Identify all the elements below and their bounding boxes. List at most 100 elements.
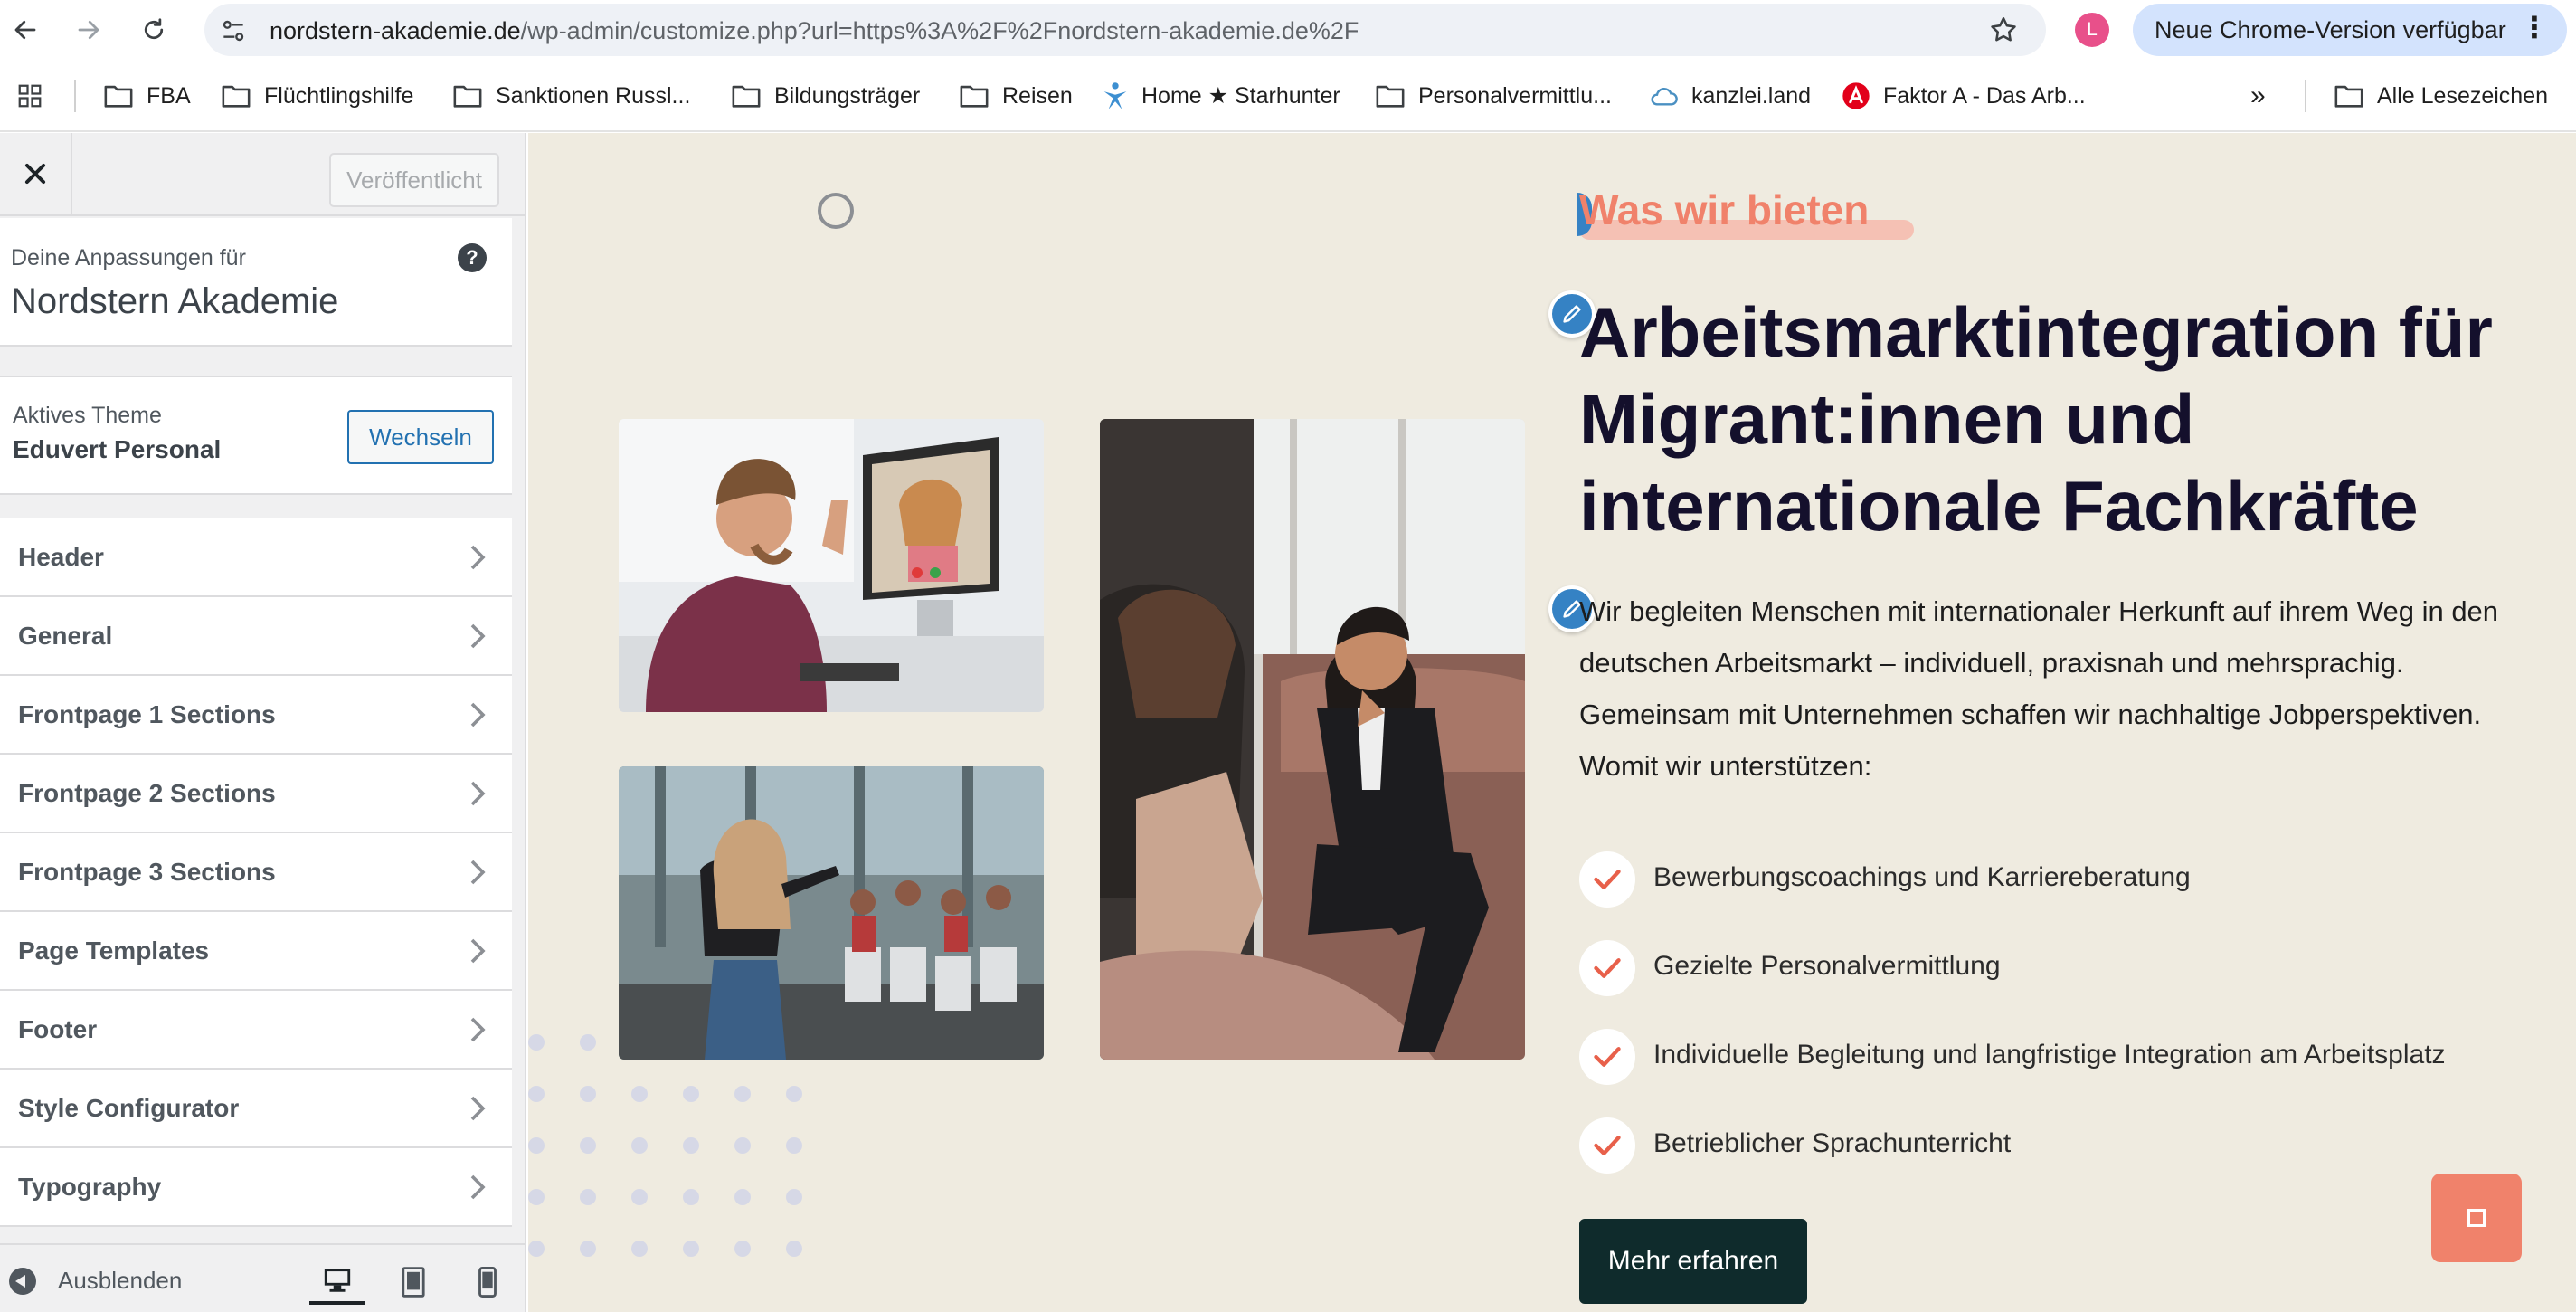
section-eyebrow: Was wir bieten: [1579, 186, 1870, 233]
check-icon: [1579, 851, 1635, 908]
preview-desktop-button[interactable]: [309, 1260, 365, 1305]
bookmark-star-icon[interactable]: [1988, 14, 2019, 45]
decorative-dot: [580, 1034, 596, 1051]
bookmark-link[interactable]: Faktor A - Das Arb...: [1842, 80, 2086, 112]
section-label: Footer: [18, 1014, 98, 1043]
desktop-icon: [324, 1269, 351, 1292]
bookmark-label: kanzlei.land: [1691, 82, 1812, 109]
collapse-sidebar-button[interactable]: Ausblenden: [9, 1267, 182, 1295]
chevron-right-icon: [470, 1174, 486, 1200]
section-header[interactable]: Header: [0, 518, 512, 597]
customizer-menu: Header General Frontpage 1 Sections Fron…: [0, 518, 512, 1227]
section-general[interactable]: General: [0, 597, 512, 676]
decorative-dot: [631, 1189, 648, 1205]
decorative-dots: [528, 1034, 802, 1269]
more-bookmarks-button[interactable]: »: [2250, 80, 2266, 112]
section-style-configurator[interactable]: Style Configurator: [0, 1070, 512, 1148]
decorative-dot: [734, 1241, 751, 1257]
arrow-left-icon: [14, 20, 36, 40]
square-icon: [2467, 1209, 2486, 1227]
decorative-dot: [528, 1034, 545, 1051]
forward-button[interactable]: [71, 12, 107, 48]
bookmark-folder[interactable]: Bildungsträger: [731, 80, 920, 112]
section-heading: Arbeitsmarktintegration für Migrant:inne…: [1579, 292, 2493, 546]
help-icon[interactable]: ?: [458, 243, 487, 272]
bookmark-label: Bildungsträger: [774, 82, 921, 109]
bookmark-folder[interactable]: Reisen: [959, 80, 1073, 112]
customizer-footer: Ausblenden: [0, 1243, 525, 1312]
address-bar[interactable]: nordstern-akademie.de/wp-admin/customize…: [204, 4, 2046, 56]
section-footer[interactable]: Footer: [0, 991, 512, 1070]
back-button[interactable]: [7, 12, 43, 48]
bookmark-link[interactable]: Home ★ Starhunter: [1102, 80, 1340, 112]
collapse-label: Ausblenden: [58, 1267, 183, 1294]
bookmark-label: Personalvermittlu...: [1418, 82, 1612, 109]
chevron-right-icon: [470, 545, 486, 570]
list-item-text: Betrieblicher Sprachunterricht: [1653, 1128, 2012, 1158]
decorative-dot: [734, 1086, 751, 1102]
decorative-dot: [786, 1137, 802, 1154]
decorative-dot: [580, 1137, 596, 1154]
decorative-dot: [786, 1086, 802, 1102]
customizer-info: Deine Anpassungen für Nordstern Akademie…: [0, 218, 512, 347]
mobile-icon: [478, 1267, 497, 1298]
section-frontpage-1[interactable]: Frontpage 1 Sections: [0, 676, 512, 755]
bookmark-folder[interactable]: FBA: [103, 80, 191, 112]
url-path: /wp-admin/customize.php?url=https%3A%2F%…: [520, 17, 1359, 44]
bookmark-label: Sanktionen Russl...: [496, 82, 691, 109]
close-customizer-button[interactable]: [0, 133, 72, 214]
apps-grid-icon: [18, 84, 42, 108]
site-settings-icon[interactable]: [219, 16, 248, 45]
bookmark-folder[interactable]: Personalvermittlu...: [1375, 80, 1612, 112]
reload-button[interactable]: [136, 12, 172, 48]
active-theme-label: Aktives Theme: [13, 403, 162, 428]
all-bookmarks-folder[interactable]: Alle Lesezeichen: [2334, 80, 2548, 112]
chevron-right-icon: [470, 702, 486, 727]
publish-button[interactable]: Veröffentlicht: [329, 153, 499, 207]
bookmark-folder[interactable]: Flüchtlingshilfe: [221, 80, 413, 112]
section-frontpage-3[interactable]: Frontpage 3 Sections: [0, 833, 512, 912]
loading-spinner-icon: [818, 193, 854, 229]
chevron-right-icon: [470, 781, 486, 806]
customizer-header: Veröffentlicht: [0, 133, 525, 216]
list-item-text: Bewerbungscoachings und Karriereberatung: [1653, 862, 2191, 892]
reload-icon: [144, 18, 164, 40]
decorative-dot: [580, 1189, 596, 1205]
profile-avatar[interactable]: L: [2075, 13, 2109, 47]
section-typography[interactable]: Typography: [0, 1148, 512, 1227]
video-call-image: [619, 419, 1044, 712]
preview-mobile-button[interactable]: [459, 1260, 516, 1305]
decorative-dot: [631, 1241, 648, 1257]
decorative-dot: [580, 1241, 596, 1257]
list-item: Individuelle Begleitung und langfristige…: [1579, 1013, 2538, 1101]
apps-button[interactable]: [16, 80, 56, 112]
customizing-label: Deine Anpassungen für: [11, 245, 246, 271]
chevron-right-icon: [470, 1017, 486, 1042]
decorative-dot: [631, 1137, 648, 1154]
bookmark-folder[interactable]: Sanktionen Russl...: [452, 80, 690, 112]
bookmark-link[interactable]: kanzlei.land: [1650, 80, 1811, 112]
check-icon: [1579, 1029, 1635, 1085]
arbeitsagentur-logo-icon: [1842, 82, 1870, 109]
photo-consultation: [1100, 419, 1525, 1060]
scroll-to-top-button[interactable]: [2431, 1174, 2522, 1262]
chrome-update-button[interactable]: Neue Chrome-Version verfügbar ⋮: [2133, 4, 2567, 56]
preview-tablet-button[interactable]: [385, 1260, 441, 1305]
change-theme-button[interactable]: Wechseln: [347, 410, 494, 464]
section-label: Frontpage 1 Sections: [18, 699, 276, 728]
learn-more-button[interactable]: Mehr erfahren: [1579, 1219, 1807, 1304]
list-item-text: Individuelle Begleitung und langfristige…: [1653, 1040, 2446, 1070]
check-icon: [1579, 940, 1635, 996]
section-label: General: [18, 621, 113, 650]
decorative-dot: [528, 1241, 545, 1257]
bookmark-label: Flüchtlingshilfe: [264, 82, 414, 109]
close-icon: [24, 163, 46, 185]
section-label: Frontpage 3 Sections: [18, 857, 276, 886]
more-vert-icon[interactable]: ⋮: [2520, 13, 2549, 42]
section-label: Header: [18, 542, 104, 571]
section-description: Wir begleiten Menschen mit international…: [1579, 595, 2499, 782]
section-page-templates[interactable]: Page Templates: [0, 912, 512, 991]
section-label: Frontpage 2 Sections: [18, 778, 276, 807]
section-frontpage-2[interactable]: Frontpage 2 Sections: [0, 755, 512, 833]
chevron-right-icon: [470, 1096, 486, 1121]
